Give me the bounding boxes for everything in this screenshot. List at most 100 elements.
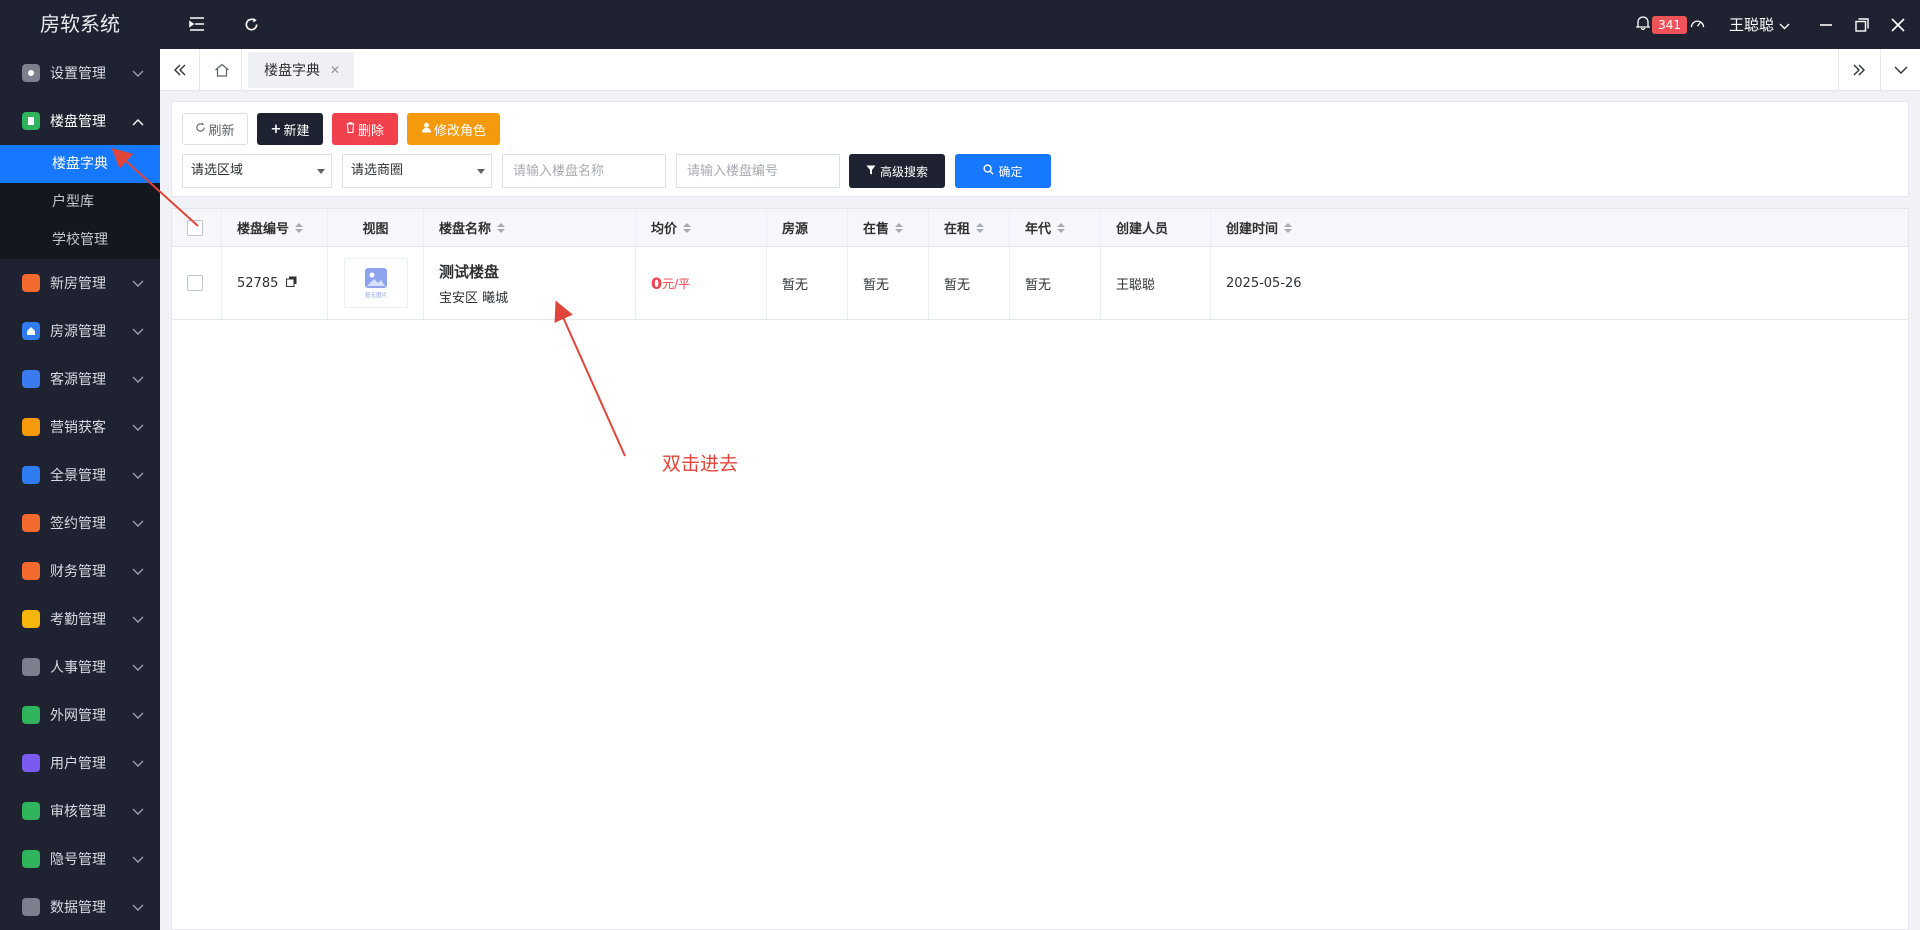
caret-down-icon bbox=[477, 169, 485, 174]
price-cell: 0 元/平 bbox=[636, 247, 767, 319]
sidebar-item-audit[interactable]: 审核管理 bbox=[0, 787, 160, 835]
select-all-cell bbox=[172, 209, 222, 246]
copy-icon[interactable] bbox=[286, 276, 297, 291]
sort-icon[interactable] bbox=[1057, 222, 1066, 233]
tab-label: 楼盘字典 bbox=[264, 63, 320, 79]
sidebar-item-panorama[interactable]: 全景管理 bbox=[0, 451, 160, 499]
column-header-code[interactable]: 楼盘编号 bbox=[222, 209, 328, 246]
table-row[interactable]: 52785 暂无图片 测试楼盘 宝安区 曦城 0 元/平 暂无 暂无 暂无 暂无… bbox=[172, 247, 1908, 320]
sidebar-subitem-floorplans[interactable]: 户型库 bbox=[0, 183, 160, 221]
sidebar-item-users[interactable]: 用户管理 bbox=[0, 739, 160, 787]
average-price: 0 bbox=[651, 273, 663, 293]
building-code-input[interactable] bbox=[676, 154, 840, 188]
sidebar-item-newhouse[interactable]: 新房管理 bbox=[0, 259, 160, 307]
confirm-search-button[interactable]: 确定 bbox=[955, 154, 1051, 188]
hr-icon bbox=[22, 658, 40, 676]
sidebar-item-label: 人事管理 bbox=[50, 660, 106, 676]
sidebar-item-label: 考勤管理 bbox=[50, 612, 106, 628]
column-header-price[interactable]: 均价 bbox=[636, 209, 767, 246]
sort-icon[interactable] bbox=[895, 222, 904, 233]
sidebar-item-label: 全景管理 bbox=[50, 468, 106, 484]
sidebar-item-web[interactable]: 外网管理 bbox=[0, 691, 160, 739]
restore-icon[interactable] bbox=[1844, 0, 1880, 49]
app-title: 房软系统 bbox=[40, 12, 120, 36]
no-image-label: 暂无图片 bbox=[364, 291, 386, 299]
sidebar-item-hr[interactable]: 人事管理 bbox=[0, 643, 160, 691]
sidebar-item-buildings[interactable]: 楼盘管理 bbox=[0, 97, 160, 145]
column-header-created-at[interactable]: 创建时间 bbox=[1211, 209, 1910, 246]
sort-icon[interactable] bbox=[976, 222, 985, 233]
table-header: 楼盘编号 视图 楼盘名称 均价 房源 在售 在租 年代 创建人员 创建时间 bbox=[172, 209, 1908, 247]
building-table: 楼盘编号 视图 楼盘名称 均价 房源 在售 在租 年代 创建人员 创建时间 52… bbox=[171, 208, 1909, 930]
column-header-name[interactable]: 楼盘名称 bbox=[424, 209, 636, 246]
sidebar-item-label: 外网管理 bbox=[50, 708, 106, 724]
chevron-down-icon bbox=[132, 276, 144, 292]
sidebar-subitem-schools[interactable]: 学校管理 bbox=[0, 221, 160, 259]
business-circle-select[interactable]: 请选商圈 bbox=[342, 154, 492, 188]
column-header-on-sale[interactable]: 在售 bbox=[848, 209, 929, 246]
notification-badge[interactable]: 341 bbox=[1652, 15, 1687, 34]
chevron-down-icon bbox=[132, 900, 144, 916]
building-thumbnail[interactable]: 暂无图片 bbox=[343, 258, 408, 308]
edit-role-button[interactable]: 修改角色 bbox=[407, 113, 500, 145]
sort-icon[interactable] bbox=[497, 222, 506, 233]
sidebar-item-marketing[interactable]: 营销获客 bbox=[0, 403, 160, 451]
sort-icon[interactable] bbox=[295, 222, 304, 233]
thumbnail-cell: 暂无图片 bbox=[328, 247, 424, 319]
chevron-down-icon bbox=[132, 564, 144, 580]
refresh-icon[interactable] bbox=[239, 12, 263, 36]
sidebar-item-hidden-number[interactable]: 隐号管理 bbox=[0, 835, 160, 883]
column-header-on-rent[interactable]: 在租 bbox=[929, 209, 1010, 246]
home-tab-icon[interactable] bbox=[202, 49, 242, 91]
close-icon[interactable] bbox=[1880, 0, 1916, 49]
panorama-icon bbox=[22, 466, 40, 484]
price-unit: 元/平 bbox=[662, 276, 691, 291]
row-checkbox[interactable] bbox=[187, 275, 203, 291]
region-select[interactable]: 请选区域 bbox=[182, 154, 332, 188]
building-name-input[interactable] bbox=[502, 154, 666, 188]
tabs-scroll-right-icon[interactable] bbox=[1838, 49, 1878, 91]
close-tab-icon[interactable]: ✕ bbox=[330, 63, 340, 77]
sidebar-item-attendance[interactable]: 考勤管理 bbox=[0, 595, 160, 643]
tabs-menu-chevron-icon[interactable] bbox=[1880, 49, 1920, 91]
dashboard-icon[interactable] bbox=[1690, 16, 1705, 33]
sidebar-subitem-building-dict[interactable]: 楼盘字典 bbox=[0, 145, 160, 183]
sort-icon[interactable] bbox=[683, 222, 692, 233]
column-header-year[interactable]: 年代 bbox=[1010, 209, 1101, 246]
contract-icon bbox=[22, 514, 40, 532]
tabs-scroll-left-icon[interactable] bbox=[160, 49, 200, 91]
select-all-checkbox[interactable] bbox=[187, 219, 203, 236]
sidebar-item-label: 房源管理 bbox=[50, 324, 106, 340]
sidebar-item-data[interactable]: 数据管理 bbox=[0, 883, 160, 930]
building-name[interactable]: 测试楼盘 bbox=[439, 261, 499, 282]
user-menu[interactable]: 王聪聪 bbox=[1729, 14, 1790, 35]
bell-icon[interactable] bbox=[1635, 15, 1651, 34]
advanced-search-button[interactable]: 高级搜索 bbox=[849, 154, 945, 188]
sidebar-item-listings[interactable]: 房源管理 bbox=[0, 307, 160, 355]
sort-icon[interactable] bbox=[1284, 222, 1293, 233]
collapse-menu-icon[interactable] bbox=[185, 12, 209, 36]
sidebar-item-contracts[interactable]: 签约管理 bbox=[0, 499, 160, 547]
no-image-icon: 暂无图片 bbox=[364, 268, 387, 299]
chevron-down-icon bbox=[132, 324, 144, 340]
chevron-up-icon bbox=[132, 114, 144, 130]
delete-button[interactable]: 删除 bbox=[332, 113, 398, 145]
caret-down-icon bbox=[317, 169, 325, 174]
refresh-button[interactable]: 刷新 bbox=[182, 113, 248, 145]
sidebar-item-label: 客源管理 bbox=[50, 372, 106, 388]
refresh-icon bbox=[195, 121, 206, 137]
sidebar-item-label: 隐号管理 bbox=[50, 852, 106, 868]
chevron-down-icon bbox=[132, 66, 144, 82]
chevron-down-icon bbox=[132, 660, 144, 676]
sidebar-item-customers[interactable]: 客源管理 bbox=[0, 355, 160, 403]
chevron-down-icon bbox=[132, 804, 144, 820]
tab-building-dict[interactable]: 楼盘字典 ✕ bbox=[248, 52, 355, 88]
building-code: 52785 bbox=[237, 275, 279, 291]
minimize-icon[interactable] bbox=[1808, 0, 1844, 49]
attendance-icon bbox=[22, 610, 40, 628]
new-button[interactable]: + 新建 bbox=[257, 113, 323, 145]
sidebar-item-settings[interactable]: 设置管理 bbox=[0, 49, 160, 97]
sidebar-item-finance[interactable]: 财务管理 bbox=[0, 547, 160, 595]
user-icon bbox=[421, 122, 432, 137]
newhouse-icon bbox=[22, 274, 40, 292]
